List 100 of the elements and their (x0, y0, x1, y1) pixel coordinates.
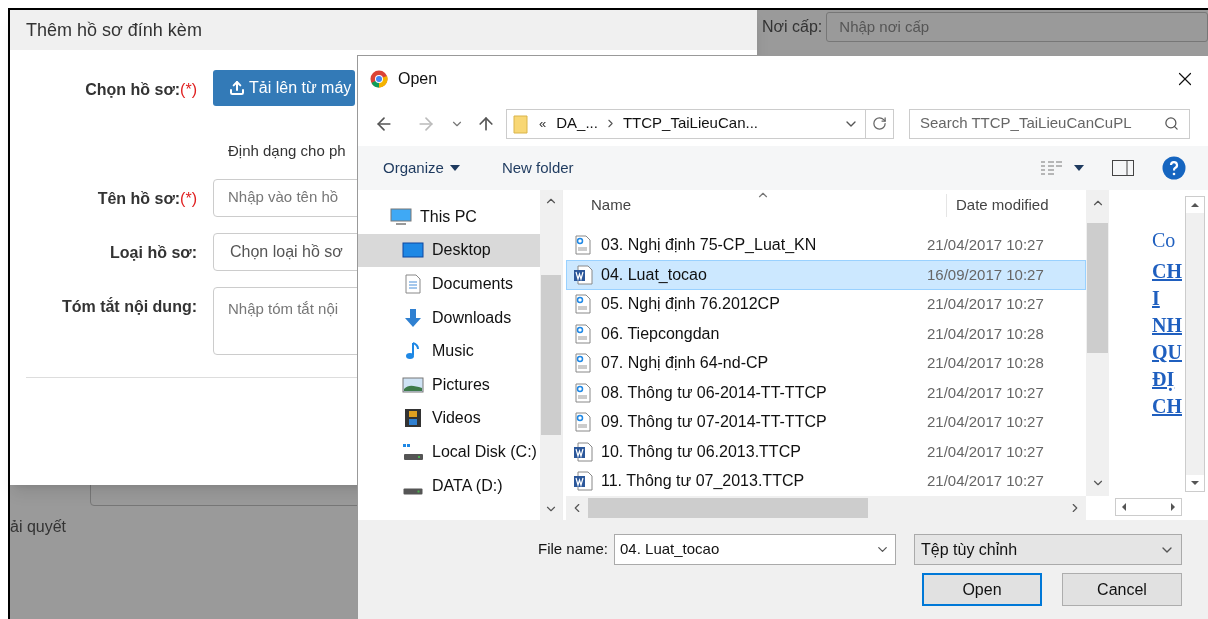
file-date: 21/04/2017 10:27 (927, 235, 1044, 255)
preview-link[interactable]: CH (1152, 394, 1185, 419)
file-date: 21/04/2017 10:28 (927, 353, 1044, 373)
preview-link[interactable]: I (1152, 286, 1185, 311)
nav-tree-item[interactable]: DATA (D:) (358, 468, 540, 503)
dialog-button[interactable]: Cancel (1062, 573, 1182, 606)
nav-tree-item[interactable]: Desktop (358, 233, 540, 268)
file-row[interactable]: 07. Nghị định 64-nd-CP 21/04/2017 10:28 (566, 348, 1086, 378)
file-row[interactable]: 03. Nghị định 75-CP_Luat_KN 21/04/2017 10:27 (566, 230, 1086, 260)
address-bar[interactable]: « DA_... TTCP_TaiLieuCan... (506, 108, 894, 139)
breadcrumb-overflow[interactable]: « (539, 113, 547, 134)
nav-tree-item[interactable]: Downloads (358, 300, 540, 335)
file-name: 03. Nghị định 75-CP_Luat_KN (601, 235, 818, 256)
scrollbar-thumb[interactable] (541, 275, 561, 435)
file-name: 11. Thông tư 07_2013.TTCP (601, 471, 806, 492)
preview-pane-icon[interactable] (1112, 160, 1134, 176)
folder-icon (513, 113, 529, 134)
nav-tree-label: Videos (432, 408, 481, 429)
file-row[interactable]: 08. Thông tư 06-2014-TT-TTCP 21/04/2017 10:27 (566, 378, 1086, 408)
scroll-down-icon[interactable] (1186, 475, 1204, 491)
file-type-select[interactable]: Tệp tùy chỉnh (914, 534, 1182, 565)
nav-tree-label: Pictures (432, 374, 490, 395)
dialog-button[interactable]: Open (922, 573, 1042, 606)
column-header[interactable]: Name (566, 194, 946, 217)
search-field[interactable]: Search TTCP_TaiLieuCanCuPL (909, 108, 1190, 139)
nav-tree-item[interactable]: Local Disk (C:) (358, 435, 540, 469)
format-note: Định dạng cho ph (228, 141, 346, 161)
preview-link[interactable]: NH (1152, 313, 1185, 338)
column-header[interactable]: Date modified (946, 194, 1049, 217)
file-date: 16/09/2017 10:27 (927, 264, 1044, 285)
field-label: Nơi cấp: (762, 17, 823, 37)
pdf-file-icon (575, 412, 591, 433)
file-row[interactable]: 04. Luat_tocao 16/09/2017 10:27 (566, 260, 1086, 290)
file-date: 21/04/2017 10:27 (927, 471, 1044, 491)
film-icon (402, 408, 424, 429)
file-name: 10. Thông tư 06.2013.TTCP (601, 441, 802, 462)
down-arrow-icon (402, 307, 424, 328)
pdf-file-icon (575, 294, 591, 315)
breadcrumb-item[interactable]: DA_... (556, 112, 598, 135)
preview-link[interactable]: CH (1152, 259, 1185, 284)
preview-link[interactable]: ĐỊ (1152, 367, 1185, 392)
file-name-label: File name: (538, 539, 609, 560)
file-row[interactable]: 11. Thông tư 07_2013.TTCP 21/04/2017 10:27 (566, 466, 1086, 496)
nav-tree-item[interactable]: Music (358, 334, 540, 368)
file-row[interactable]: 05. Nghị định 76.2012CP 21/04/2017 10:27 (566, 289, 1086, 319)
pdf-file-icon (575, 323, 591, 344)
pdf-file-icon (575, 382, 591, 403)
breadcrumb-item[interactable]: TTCP_TaiLieuCan... (622, 112, 758, 135)
vertical-scrollbar[interactable] (1185, 196, 1205, 492)
horizontal-scrollbar[interactable] (1115, 498, 1182, 516)
preview-link[interactable]: QU (1152, 340, 1185, 365)
nav-tree-label: DATA (D:) (432, 475, 503, 496)
nav-tree-label: Documents (432, 274, 513, 294)
document-icon (402, 274, 424, 294)
scrollbar-thumb[interactable] (588, 498, 868, 518)
refresh-icon[interactable] (872, 116, 887, 131)
file-row[interactable]: 10. Thông tư 06.2013.TTCP 21/04/2017 10:27 (566, 437, 1086, 467)
organize-menu[interactable]: Organize (383, 156, 460, 180)
help-icon[interactable] (1162, 156, 1186, 180)
file-name-input[interactable]: 04. Luat_tocao (614, 534, 897, 565)
nav-tree-item[interactable]: Pictures (358, 367, 540, 402)
scrollbar-thumb[interactable] (1087, 223, 1108, 353)
picture-icon (402, 374, 424, 395)
file-date: 21/04/2017 10:27 (927, 294, 1044, 314)
field-label: Chọn hồ sơ: (85, 80, 181, 100)
dialog-title: Open (398, 68, 438, 89)
nav-tree-item[interactable]: Videos (358, 401, 540, 436)
field-label: Loại hồ sơ: (110, 242, 197, 263)
nav-tree-item[interactable]: This PC (358, 200, 540, 234)
field-label: Tóm tắt nội dung: (61, 296, 197, 317)
caret-icon[interactable] (1074, 165, 1084, 171)
file-row[interactable]: 09. Thông tư 07-2014-TT-TTCP 21/04/2017 10:27 (566, 407, 1086, 437)
pdf-file-icon (575, 235, 591, 256)
desktop-icon (402, 240, 424, 261)
drive-icon (403, 487, 423, 495)
word-file-icon (573, 471, 593, 492)
new-folder-button[interactable]: New folder (501, 156, 574, 180)
file-name: 06. Tiepcongdan (601, 323, 721, 344)
nav-tree-label: Music (432, 341, 474, 362)
horizontal-scrollbar[interactable] (566, 496, 1086, 520)
nav-tree-item[interactable]: Documents (358, 267, 540, 301)
file-name: 04. Luat_tocao (601, 264, 708, 285)
modal-title: Thêm hồ sơ đính kèm (26, 18, 202, 42)
section-text: ải quyết (10, 517, 67, 537)
file-name: 08. Thông tư 06-2014-TT-TTCP (601, 382, 828, 403)
vertical-scrollbar[interactable] (540, 190, 562, 520)
computer-icon (390, 206, 412, 227)
preview-text: Co (1152, 228, 1177, 253)
upload-button[interactable]: Tải lên từ máy (213, 70, 356, 106)
file-date: 21/04/2017 10:28 (927, 323, 1044, 344)
file-name: 09. Thông tư 07-2014-TT-TTCP (601, 412, 828, 433)
vertical-scrollbar[interactable] (1086, 190, 1109, 496)
pdf-file-icon (575, 353, 591, 374)
nav-tree-label: Desktop (432, 240, 491, 261)
scroll-up-icon[interactable] (1186, 197, 1204, 213)
file-name: 05. Nghị định 76.2012CP (601, 294, 781, 315)
nav-tree-label: This PC (420, 206, 477, 227)
upload-icon (229, 80, 245, 96)
file-row[interactable]: 06. Tiepcongdan 21/04/2017 10:28 (566, 319, 1086, 349)
required-mark: (*) (180, 80, 197, 100)
